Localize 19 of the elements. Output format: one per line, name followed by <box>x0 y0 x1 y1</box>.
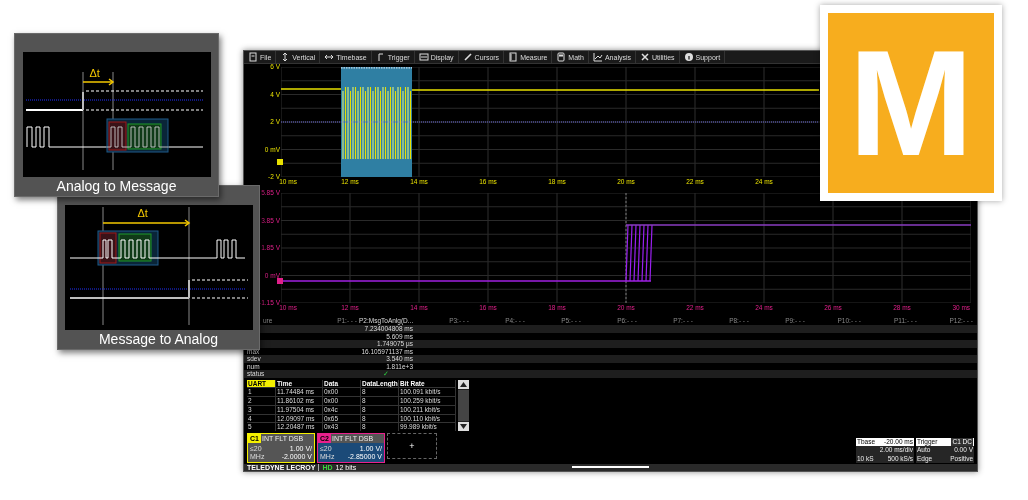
add-channel-button[interactable]: + <box>387 433 437 460</box>
card-title: Message to Analog <box>98 330 219 349</box>
scroll-thumb[interactable] <box>458 389 469 422</box>
scroll-down-icon <box>458 422 469 432</box>
chart-icon <box>592 52 603 62</box>
card-title: Analog to Message <box>56 177 177 196</box>
scroll-up-icon <box>458 379 469 389</box>
display-icon <box>418 52 429 62</box>
document-icon <box>248 52 258 62</box>
delta-label: Δt <box>89 67 100 79</box>
trigger-icon <box>375 52 386 62</box>
scroll-handle[interactable] <box>572 466 649 469</box>
scrollbar[interactable] <box>458 379 469 432</box>
cursor-icon <box>462 52 473 62</box>
logo-letter: M <box>848 33 974 173</box>
calculator-icon <box>556 52 567 62</box>
horizontal-arrow-icon <box>324 52 335 62</box>
delta-label: Δt <box>137 207 148 219</box>
tools-icon <box>640 52 650 62</box>
